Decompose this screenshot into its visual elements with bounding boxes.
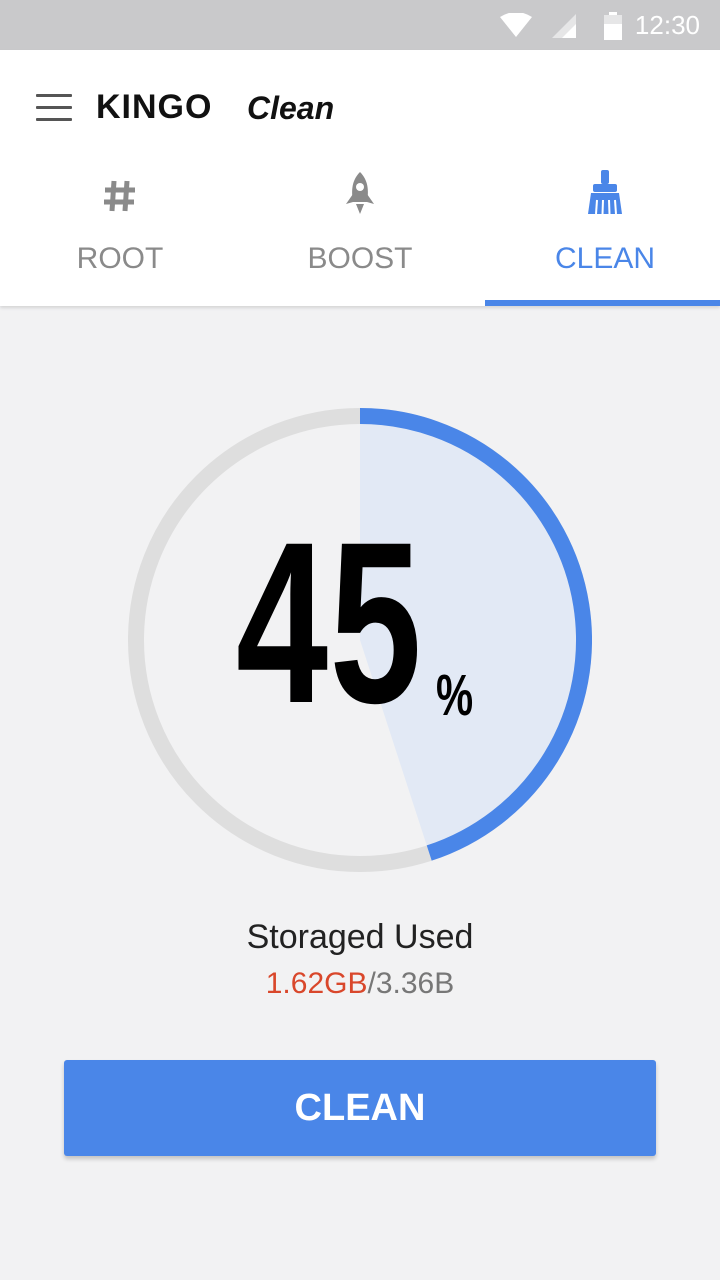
broom-icon (587, 170, 623, 221)
storage-separator: / (367, 967, 376, 1000)
tab-boost-label: BOOST (307, 242, 413, 275)
battery-icon (604, 12, 622, 45)
signal-icon (552, 14, 576, 43)
app-brand: KINGO (96, 88, 213, 126)
app-header: KINGO Clean ROOT BOOST CLEAN (0, 50, 720, 306)
menu-button[interactable] (36, 94, 72, 122)
active-tab-indicator (485, 300, 720, 306)
menu-icon-line (36, 106, 72, 109)
rocket-icon (344, 172, 376, 221)
menu-icon (36, 94, 72, 97)
storage-total: 3.36B (375, 967, 455, 1000)
tab-clean-label: CLEAN (554, 242, 656, 275)
app-brand-sub: Clean (247, 90, 335, 126)
usage-percent-sign: % (436, 663, 474, 728)
storage-values: 1.62GB/3.36B (0, 967, 720, 1001)
tab-root-label: ROOT (76, 242, 164, 275)
storage-used: 1.62GB (265, 967, 368, 1000)
status-time: 12:30 (634, 10, 700, 40)
storage-label: Storaged Used (246, 918, 474, 956)
usage-percent: 45 (236, 494, 424, 751)
hash-icon (102, 178, 138, 219)
status-bar: 12:30 (0, 0, 720, 50)
tab-boost[interactable]: BOOST (240, 170, 480, 304)
tab-clean[interactable]: CLEAN (485, 170, 720, 304)
clean-button[interactable]: CLEAN (64, 1060, 656, 1156)
menu-icon-line (36, 118, 72, 121)
tab-root[interactable]: ROOT (0, 170, 240, 304)
wifi-icon (500, 12, 532, 42)
